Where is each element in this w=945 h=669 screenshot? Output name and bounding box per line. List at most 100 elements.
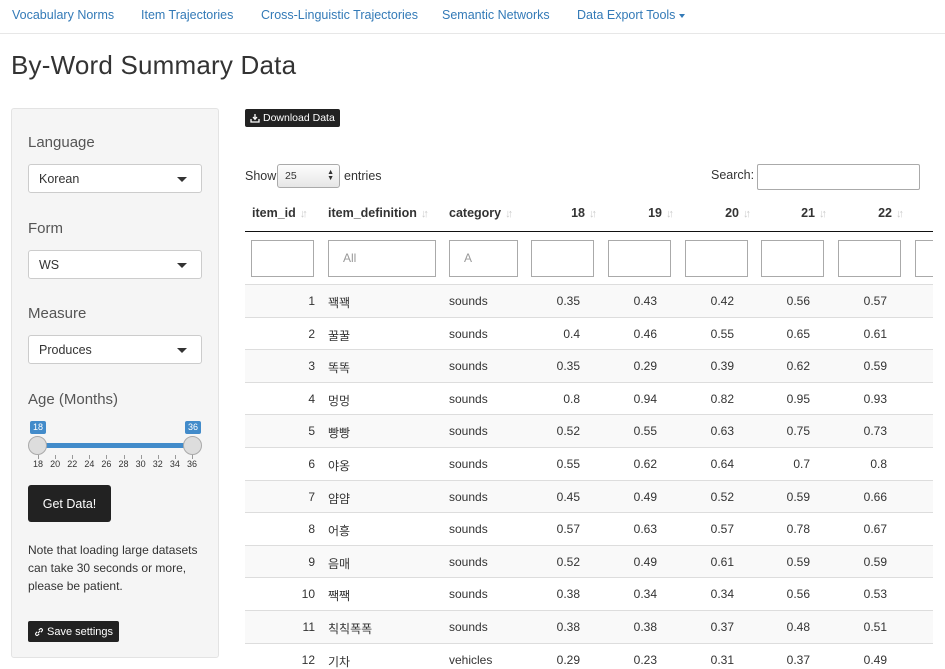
- table-cell: 0.57: [710, 522, 734, 537]
- table-row[interactable]: 9 음매 sounds 0.52 0.49 0.61 0.59 0.59: [245, 544, 933, 578]
- table-cell: 0.38: [633, 620, 657, 634]
- slider-tick-label: 34: [169, 459, 180, 469]
- slider-tick-label: 18: [32, 459, 44, 469]
- table-cell: 0.66: [863, 489, 887, 504]
- column-header[interactable]: 19 ↓↑: [608, 206, 674, 220]
- table-cell: 0.55: [556, 457, 580, 471]
- nav-item-trajectories[interactable]: Item Trajectories: [141, 8, 233, 22]
- column-filter-input[interactable]: [761, 240, 824, 277]
- slider-tick-label: 32: [152, 459, 163, 469]
- slider-tick-label: 22: [67, 459, 78, 469]
- table-cell: 0.55: [633, 424, 657, 439]
- age-slider-max-handle[interactable]: [183, 436, 202, 455]
- column-header[interactable]: category ↓↑: [449, 206, 513, 220]
- column-filter-input[interactable]: [608, 240, 671, 277]
- table-row[interactable]: 3 똑똑 sounds 0.35 0.29 0.39 0.62 0.59: [245, 349, 933, 383]
- table-row[interactable]: 5 빵빵 sounds 0.52 0.55 0.63 0.75 0.73: [245, 414, 933, 448]
- search-input[interactable]: [757, 164, 920, 190]
- table-cell: 0.52: [556, 424, 580, 439]
- table-cell: sounds: [449, 522, 488, 537]
- column-header[interactable]: item_id ↓↑: [252, 206, 308, 220]
- table-cell: 0.94: [633, 391, 657, 406]
- table-row[interactable]: 4 멍멍 sounds 0.8 0.94 0.82 0.95 0.93: [245, 381, 933, 415]
- table-cell: 0.42: [710, 294, 734, 308]
- nav-vocabulary-norms[interactable]: Vocabulary Norms: [12, 8, 114, 22]
- table-cell: sounds: [449, 391, 488, 406]
- table-cell: 칙칙폭폭: [328, 622, 373, 636]
- table-cell: 7: [308, 489, 315, 504]
- table-row[interactable]: 2 꿀꿀 sounds 0.4 0.46 0.55 0.65 0.61: [245, 316, 933, 350]
- table-cell: sounds: [449, 359, 488, 374]
- nav-semantic-networks[interactable]: Semantic Networks: [442, 8, 550, 22]
- dropdown-arrow-icon: [177, 177, 187, 182]
- column-header[interactable]: 18 ↓↑: [531, 206, 597, 220]
- table-cell: vehicles: [449, 652, 493, 667]
- table-cell: 0.67: [863, 522, 887, 537]
- column-filter-input[interactable]: [251, 240, 314, 277]
- column-filter-input[interactable]: All: [328, 240, 436, 277]
- age-slider-min-handle[interactable]: [28, 436, 47, 455]
- table-cell: 얌얌: [328, 491, 351, 506]
- column-filter-input[interactable]: [685, 240, 748, 277]
- table-row[interactable]: 10 짹짹 sounds 0.38 0.34 0.34 0.56 0.53: [245, 577, 933, 610]
- table-row[interactable]: 7 얌얌 sounds 0.45 0.49 0.52 0.59 0.66: [245, 479, 933, 513]
- download-data-label: Download Data: [263, 112, 335, 124]
- table-cell: 0.35: [556, 294, 580, 308]
- table-row[interactable]: 6 야옹 sounds 0.55 0.62 0.64 0.7 0.8: [245, 447, 933, 480]
- column-filter-input[interactable]: A: [449, 240, 518, 277]
- table-cell: 0.59: [786, 554, 810, 569]
- table-row[interactable]: 11 칙칙폭폭 sounds 0.38 0.38 0.37 0.48 0.51: [245, 610, 933, 643]
- table-cell: 0.52: [556, 554, 580, 569]
- table-cell: 0.23: [633, 652, 657, 667]
- form-select[interactable]: WS: [28, 250, 202, 279]
- save-settings-button[interactable]: Save settings: [28, 621, 120, 642]
- table-cell: 0.7: [793, 457, 810, 471]
- table-cell: 9: [308, 554, 315, 569]
- table-cell: 0.59: [786, 489, 810, 504]
- slider-tick-label: 24: [84, 459, 95, 469]
- table-cell: 0.8: [563, 391, 580, 406]
- table-cell: 6: [308, 457, 315, 471]
- table-cell: 음매: [328, 556, 351, 571]
- nav-cross-linguistic-trajectories[interactable]: Cross-Linguistic Trajectories: [261, 8, 418, 22]
- table-cell: sounds: [449, 326, 488, 341]
- sort-icon: ↓↑: [589, 208, 597, 220]
- table-cell: 0.34: [710, 587, 734, 602]
- age-slider-track[interactable]: [38, 443, 192, 448]
- table-cell: 0.49: [633, 554, 657, 569]
- table-cell: 빵빵: [328, 426, 351, 441]
- table-cell: 0.62: [633, 457, 657, 471]
- entries-length-select[interactable]: 25 ▲ ▼: [277, 164, 340, 188]
- table-cell: 0.31: [710, 652, 734, 667]
- column-filter-input[interactable]: [915, 240, 933, 277]
- sort-icon: ↓↑: [505, 208, 513, 220]
- column-header[interactable]: 22 ↓↑: [838, 206, 904, 220]
- table-row[interactable]: 12 기차 vehicles 0.29 0.23 0.31 0.37 0.49: [245, 642, 933, 669]
- table-cell: 0.43: [633, 294, 657, 308]
- table-cell: 0.56: [786, 587, 810, 602]
- column-filter-input[interactable]: [838, 240, 901, 277]
- table-cell: 10: [301, 587, 315, 602]
- column-header[interactable]: 20 ↓↑: [685, 206, 751, 220]
- table-cell: 0.93: [863, 391, 887, 406]
- language-select[interactable]: Korean: [28, 164, 202, 193]
- column-filter-input[interactable]: [531, 240, 594, 277]
- nav-data-export-label: Data Export Tools: [577, 8, 676, 22]
- table-cell: 0.38: [556, 587, 580, 602]
- nav-data-export-tools[interactable]: Data Export Tools: [577, 8, 686, 22]
- table-cell: 0.63: [633, 522, 657, 537]
- top-navbar: Vocabulary Norms Item Trajectories Cross…: [0, 0, 945, 34]
- table-row[interactable]: 8 어흥 sounds 0.57 0.63 0.57 0.78 0.67: [245, 512, 933, 545]
- table-cell: 0.57: [556, 522, 580, 537]
- form-select-value: WS: [39, 258, 60, 272]
- get-data-button[interactable]: Get Data!: [28, 485, 111, 522]
- table-cell: 0.73: [863, 424, 887, 439]
- language-label: Language: [28, 134, 95, 151]
- download-data-button[interactable]: Download Data: [245, 109, 340, 127]
- table-cell: 야옹: [328, 459, 351, 473]
- table-row[interactable]: 1 꽥꽥 sounds 0.35 0.43 0.42 0.56 0.57: [245, 284, 933, 317]
- column-header[interactable]: 21 ↓↑: [761, 206, 827, 220]
- table-cell: 0.39: [710, 359, 734, 374]
- measure-select[interactable]: Produces: [28, 335, 202, 364]
- column-header[interactable]: item_definition ↓↑: [328, 206, 429, 220]
